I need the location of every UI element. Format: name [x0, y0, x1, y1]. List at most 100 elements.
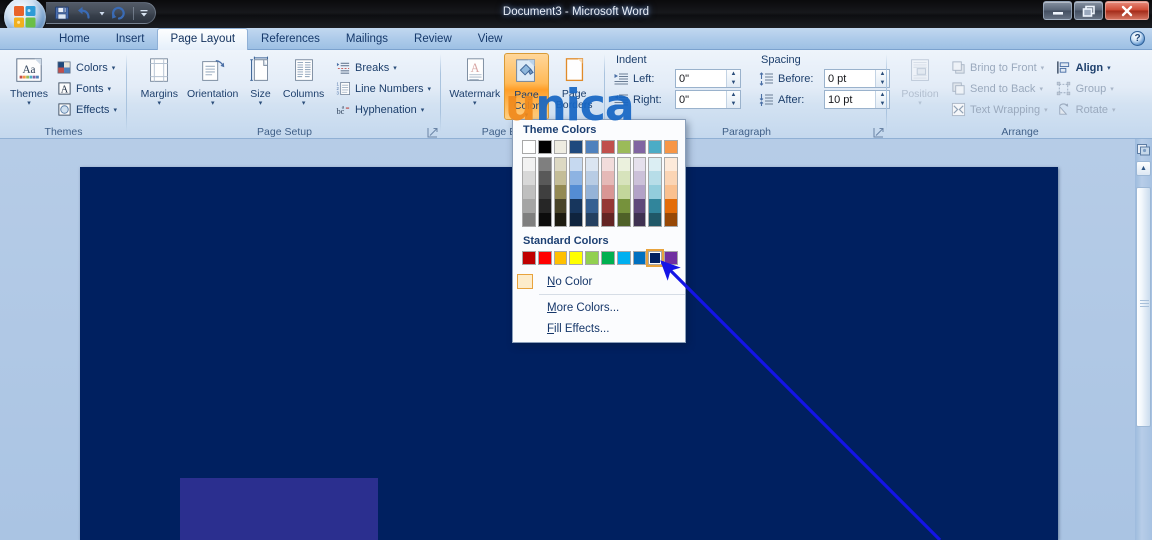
- theme-color-tint-swatch[interactable]: [585, 185, 599, 199]
- indent-right-decrease[interactable]: ▼: [727, 100, 740, 109]
- theme-color-tint-swatch[interactable]: [585, 213, 599, 227]
- theme-color-tint-swatch[interactable]: [538, 199, 552, 213]
- standard-color-swatch-selected[interactable]: [648, 251, 662, 265]
- save-icon[interactable]: [54, 5, 71, 22]
- theme-color-tint-swatch[interactable]: [664, 185, 678, 199]
- breaks-button[interactable]: Breaks ▾: [331, 57, 435, 78]
- undo-icon[interactable]: [76, 5, 93, 22]
- theme-color-tint-swatch[interactable]: [648, 157, 662, 171]
- theme-color-tint-swatch[interactable]: [617, 185, 631, 199]
- vertical-scrollbar[interactable]: ▲: [1135, 139, 1152, 540]
- paragraph-dialog-launcher[interactable]: [873, 127, 884, 138]
- indent-left-decrease[interactable]: ▼: [727, 79, 740, 88]
- text-wrapping-button[interactable]: Text Wrapping ▾: [946, 99, 1052, 120]
- orientation-button[interactable]: Orientation ▾: [185, 53, 241, 107]
- margins-button[interactable]: Margins ▾: [134, 53, 185, 107]
- theme-color-swatch[interactable]: [554, 140, 568, 154]
- tab-references[interactable]: References: [248, 29, 333, 50]
- theme-color-tint-swatch[interactable]: [569, 213, 583, 227]
- theme-color-tint-swatch[interactable]: [522, 185, 536, 199]
- theme-color-tint-swatch[interactable]: [633, 199, 647, 213]
- undo-dropdown-arrow-icon[interactable]: [98, 5, 106, 22]
- theme-color-swatch[interactable]: [601, 140, 615, 154]
- theme-color-tint-swatch[interactable]: [569, 199, 583, 213]
- tab-view[interactable]: View: [465, 29, 516, 50]
- position-button[interactable]: Position ▾: [894, 53, 946, 107]
- standard-color-swatch[interactable]: [522, 251, 536, 265]
- theme-color-tint-swatch[interactable]: [538, 157, 552, 171]
- theme-color-tint-swatch[interactable]: [522, 213, 536, 227]
- restore-button[interactable]: [1074, 1, 1103, 20]
- spacing-before-input[interactable]: [825, 70, 875, 87]
- indent-right-spinner[interactable]: ▲ ▼: [675, 90, 741, 109]
- align-button[interactable]: Align ▾: [1052, 57, 1120, 78]
- tab-mailings[interactable]: Mailings: [333, 29, 401, 50]
- theme-color-tint-swatch[interactable]: [522, 171, 536, 185]
- theme-color-tint-swatch[interactable]: [664, 199, 678, 213]
- theme-color-tint-swatch[interactable]: [664, 213, 678, 227]
- theme-color-tint-swatch[interactable]: [601, 213, 615, 227]
- theme-color-tint-swatch[interactable]: [569, 171, 583, 185]
- theme-color-swatch[interactable]: [617, 140, 631, 154]
- theme-fonts-button[interactable]: A Fonts ▾: [52, 78, 121, 99]
- tab-review[interactable]: Review: [401, 29, 465, 50]
- theme-color-swatch[interactable]: [648, 140, 662, 154]
- menu-item-more-colors[interactable]: More Colors...: [513, 297, 685, 318]
- size-button[interactable]: Size ▾: [241, 53, 280, 107]
- standard-color-swatch[interactable]: [554, 251, 568, 265]
- theme-color-tint-swatch[interactable]: [648, 199, 662, 213]
- menu-item-no-color[interactable]: No Color: [513, 271, 685, 292]
- scroll-up-button[interactable]: ▲: [1136, 161, 1151, 176]
- tab-home[interactable]: Home: [46, 29, 103, 50]
- theme-color-tint-swatch[interactable]: [648, 213, 662, 227]
- indent-left-input[interactable]: [676, 70, 726, 87]
- theme-color-tint-swatch[interactable]: [617, 199, 631, 213]
- theme-color-tint-swatch[interactable]: [554, 185, 568, 199]
- send-to-back-button[interactable]: Send to Back ▾: [946, 78, 1052, 99]
- theme-effects-button[interactable]: Effects ▾: [52, 99, 121, 120]
- theme-color-tint-swatch[interactable]: [664, 157, 678, 171]
- standard-color-swatch[interactable]: [569, 251, 583, 265]
- theme-color-tint-swatch[interactable]: [538, 185, 552, 199]
- theme-color-tint-swatch[interactable]: [585, 157, 599, 171]
- line-numbers-button[interactable]: 1 2 3 Line Numbers ▾: [331, 78, 435, 99]
- theme-color-tint-swatch[interactable]: [633, 171, 647, 185]
- theme-color-tint-swatch[interactable]: [601, 171, 615, 185]
- scrollbar-thumb[interactable]: [1136, 187, 1151, 427]
- indent-right-input[interactable]: [676, 91, 726, 108]
- theme-color-tint-swatch[interactable]: [648, 171, 662, 185]
- theme-color-tint-swatch[interactable]: [522, 157, 536, 171]
- theme-color-tint-swatch[interactable]: [617, 171, 631, 185]
- theme-color-tint-swatch[interactable]: [633, 157, 647, 171]
- tab-insert[interactable]: Insert: [103, 29, 158, 50]
- theme-color-swatch[interactable]: [664, 140, 678, 154]
- indent-right-increase[interactable]: ▲: [727, 91, 740, 100]
- watermark-button[interactable]: A Watermark ▾: [446, 53, 504, 107]
- theme-color-tint-swatch[interactable]: [601, 185, 615, 199]
- document-shape[interactable]: [180, 478, 378, 540]
- redo-icon[interactable]: [111, 5, 128, 22]
- spacing-after-input[interactable]: [825, 91, 875, 108]
- theme-color-tint-swatch[interactable]: [585, 171, 599, 185]
- theme-color-tint-swatch[interactable]: [554, 199, 568, 213]
- theme-color-tint-swatch[interactable]: [633, 185, 647, 199]
- tab-page-layout[interactable]: Page Layout: [157, 28, 248, 51]
- theme-color-tint-swatch[interactable]: [554, 157, 568, 171]
- page-setup-dialog-launcher[interactable]: [427, 127, 438, 138]
- theme-color-tint-swatch[interactable]: [617, 157, 631, 171]
- hyphenation-button[interactable]: bc a Hyphenation ▾: [331, 99, 435, 120]
- close-button[interactable]: [1105, 1, 1149, 20]
- bring-to-front-button[interactable]: Bring to Front ▾: [946, 57, 1052, 78]
- help-icon[interactable]: ?: [1130, 31, 1145, 46]
- theme-color-swatch[interactable]: [633, 140, 647, 154]
- theme-color-tint-swatch[interactable]: [569, 157, 583, 171]
- theme-color-swatch[interactable]: [522, 140, 536, 154]
- minimize-button[interactable]: [1043, 1, 1072, 20]
- theme-color-tint-swatch[interactable]: [617, 213, 631, 227]
- page-color-button[interactable]: Page Color ▾: [504, 53, 550, 120]
- theme-color-tint-swatch[interactable]: [601, 157, 615, 171]
- themes-button[interactable]: Aa Themes ▾: [6, 53, 52, 107]
- standard-color-swatch[interactable]: [617, 251, 631, 265]
- theme-color-swatch[interactable]: [538, 140, 552, 154]
- theme-color-tint-swatch[interactable]: [538, 171, 552, 185]
